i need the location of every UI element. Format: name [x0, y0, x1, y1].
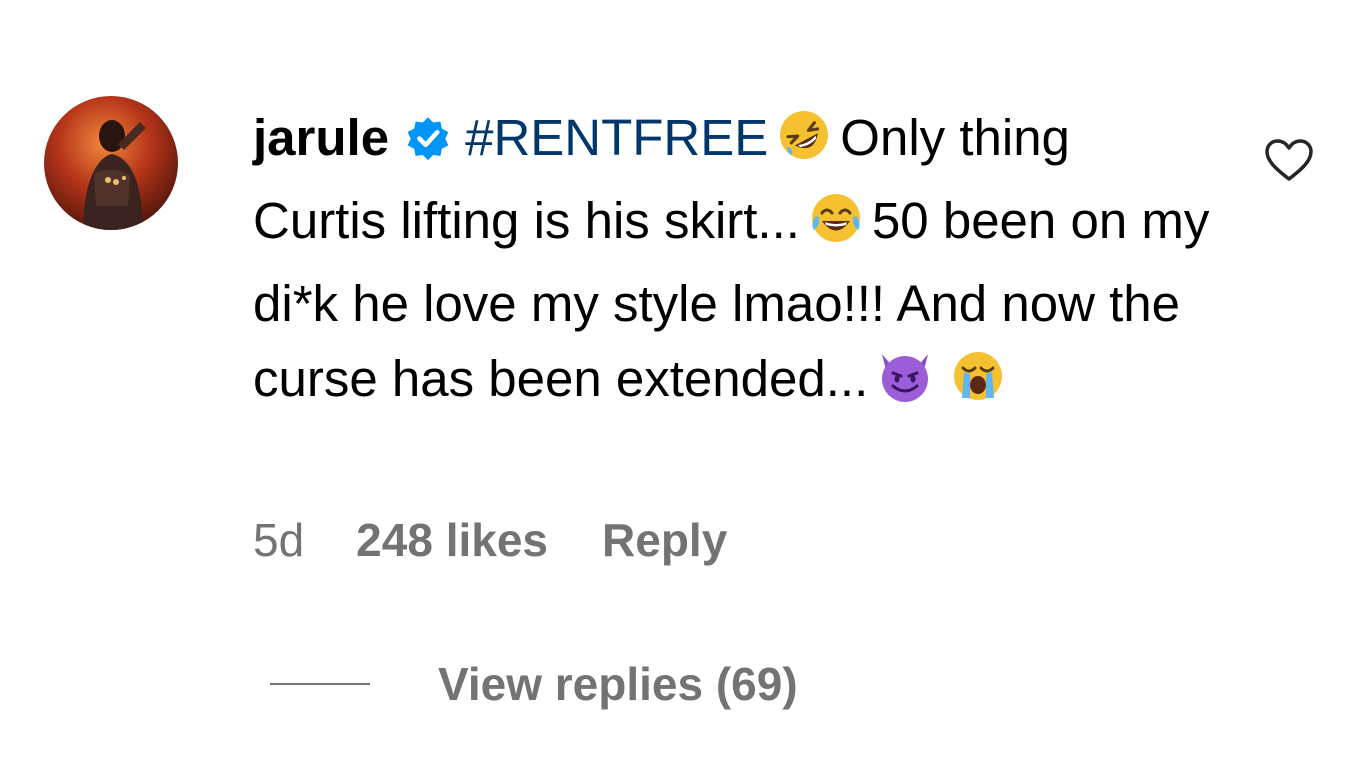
comment-timestamp[interactable]: 5d: [253, 512, 304, 568]
tears-of-joy-emoji-icon: [808, 190, 864, 266]
avatar-image: [44, 96, 178, 230]
likes-count-button[interactable]: 248 likes: [356, 512, 548, 568]
comment-body: jarule #RENTFREE Only thing Curtis lifti…: [253, 100, 1213, 424]
comment-meta: 5d 248 likes Reply: [253, 512, 727, 568]
reply-button[interactable]: Reply: [602, 512, 727, 568]
verified-badge-icon: [405, 106, 451, 181]
rofl-emoji-icon: [776, 107, 832, 183]
avatar[interactable]: [44, 96, 178, 230]
hashtag-link[interactable]: #RENTFREE: [465, 109, 768, 166]
like-button[interactable]: [1264, 138, 1314, 187]
view-replies-button[interactable]: View replies (69): [270, 656, 798, 712]
replies-divider-line: [270, 683, 370, 685]
heart-outline-icon: [1265, 139, 1313, 181]
view-replies-label[interactable]: View replies (69): [438, 656, 798, 712]
loudly-crying-emoji-icon: [950, 348, 1006, 424]
smiling-imp-emoji-icon: [876, 348, 934, 424]
comment-username[interactable]: jarule: [253, 109, 389, 166]
